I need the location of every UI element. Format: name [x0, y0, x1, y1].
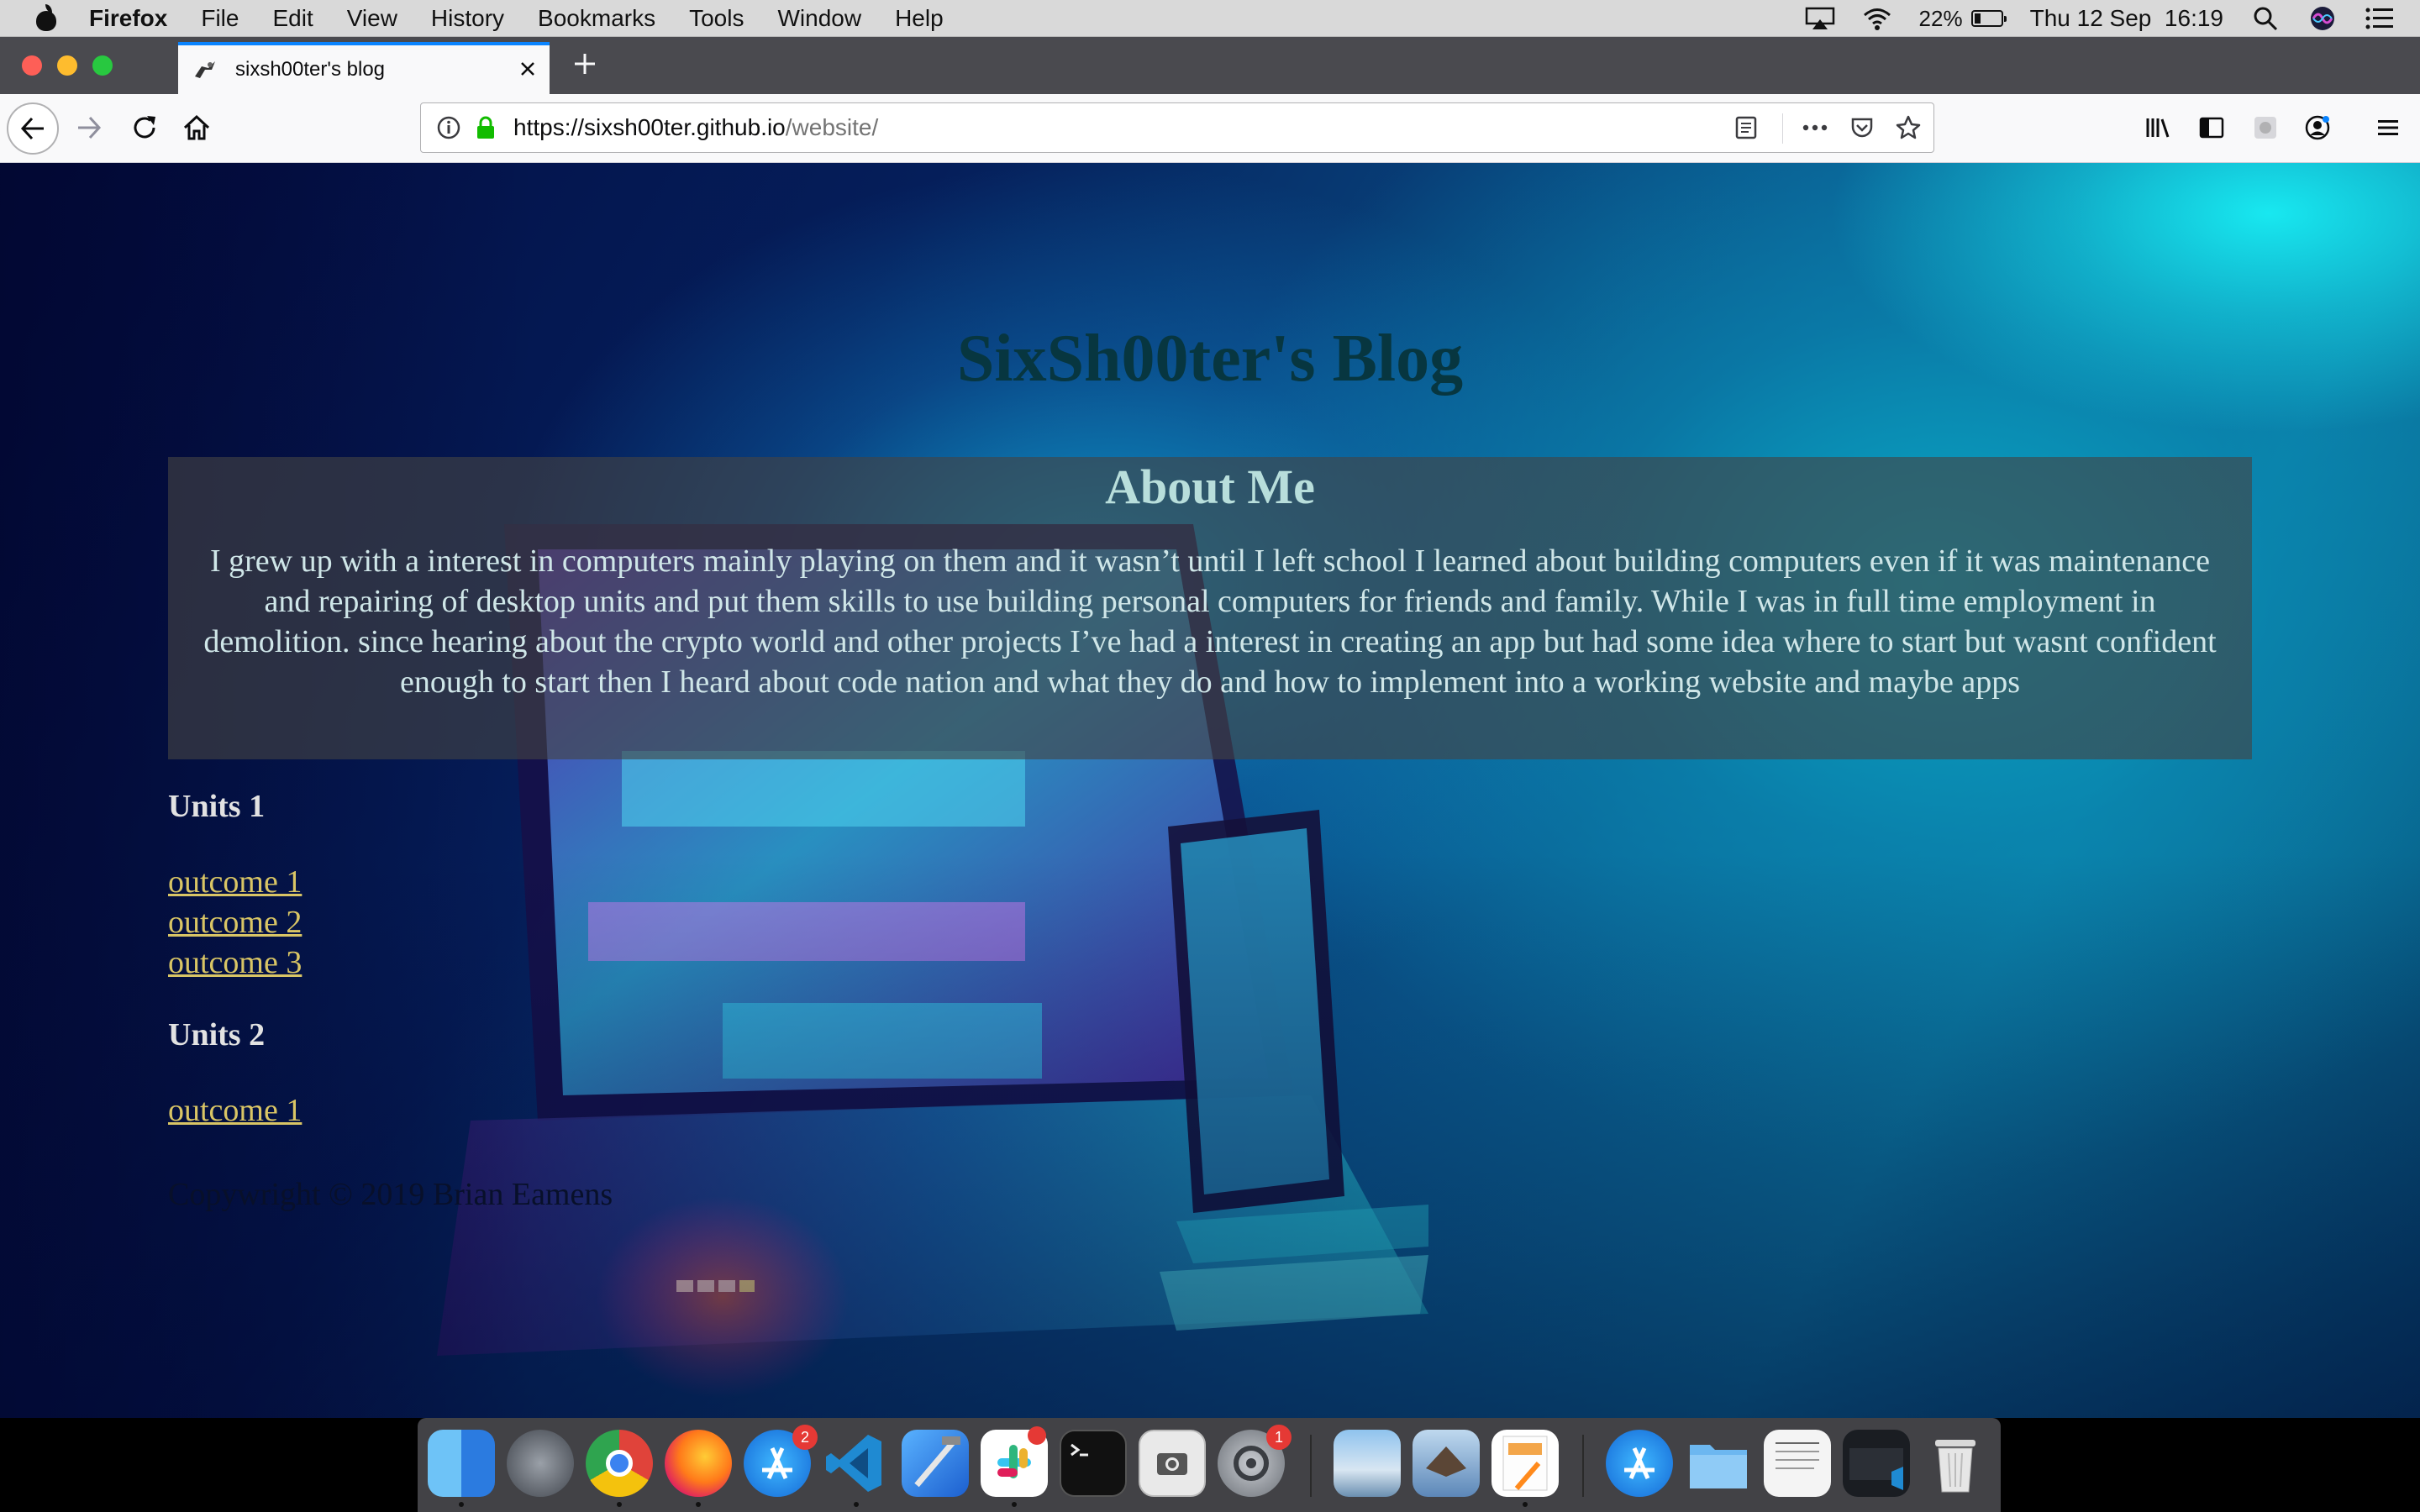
battery-percent: 22%	[1918, 5, 1963, 31]
zoom-window-button[interactable]	[92, 55, 113, 76]
running-indicator	[459, 1502, 464, 1507]
trash-icon[interactable]	[1922, 1430, 1989, 1497]
about-section: About Me I grew up with a interest in co…	[168, 457, 2252, 759]
new-tab-icon[interactable]	[568, 47, 602, 81]
running-indicator	[854, 1502, 859, 1507]
blog-title: SixSh00ter's Blog	[956, 322, 1464, 396]
url-bar[interactable]: https://sixsh00ter.github.io/website/	[420, 102, 1934, 153]
menu-edit[interactable]: Edit	[272, 5, 313, 32]
menu-file[interactable]: File	[201, 5, 239, 32]
menu-view[interactable]: View	[347, 5, 397, 32]
notification-center-icon[interactable]	[2365, 6, 2395, 31]
system-preferences-badge: 1	[1266, 1425, 1292, 1450]
running-indicator	[617, 1502, 622, 1507]
terminal-icon[interactable]	[1060, 1430, 1127, 1497]
running-indicator	[696, 1502, 701, 1507]
dock-separator	[1310, 1435, 1312, 1497]
close-window-button[interactable]	[22, 55, 42, 76]
battery-icon[interactable]	[1970, 10, 2007, 27]
dock-separator	[1582, 1435, 1584, 1497]
unit-heading: Units 1	[168, 789, 266, 824]
secure-lock-icon[interactable]	[473, 115, 498, 140]
reload-button[interactable]	[121, 104, 168, 151]
airplay-icon[interactable]	[1805, 6, 1835, 31]
tab-close-icon[interactable]	[514, 55, 541, 82]
menu-clock[interactable]: Thu 12 Sep 16:19	[2030, 5, 2223, 32]
web-content: SixSh00ter's Blog About Me I grew up wit…	[0, 163, 2420, 1418]
outcome-link[interactable]: outcome 3	[168, 942, 302, 983]
outcome-link[interactable]: outcome 1	[168, 862, 302, 902]
finder-icon[interactable]	[428, 1430, 495, 1497]
vscode-icon[interactable]	[823, 1430, 890, 1497]
navigation-toolbar: https://sixsh00ter.github.io/website/	[0, 94, 2420, 163]
units-2-section: Units 2 outcome 1	[168, 1016, 302, 1131]
unit-heading: Units 2	[168, 1017, 266, 1053]
app-store-badge: 2	[792, 1425, 818, 1450]
recent-window-icon[interactable]	[1843, 1430, 1910, 1497]
menu-tools[interactable]: Tools	[689, 5, 744, 32]
reader-view-icon[interactable]	[1733, 115, 1759, 146]
slack-badge	[1028, 1426, 1046, 1445]
pages-icon[interactable]	[1491, 1430, 1559, 1497]
running-indicator	[1523, 1502, 1528, 1507]
chrome-icon[interactable]	[586, 1430, 653, 1497]
menu-window[interactable]: Window	[777, 5, 861, 32]
url-text[interactable]: https://sixsh00ter.github.io/website/	[513, 114, 878, 141]
menu-help[interactable]: Help	[895, 5, 944, 32]
apple-menu-icon[interactable]	[34, 3, 59, 33]
url-divider	[1782, 113, 1783, 144]
launchpad-icon[interactable]	[507, 1430, 574, 1497]
pocket-icon[interactable]	[1849, 115, 1875, 146]
extension-icon[interactable]	[2242, 104, 2289, 151]
account-icon[interactable]	[2294, 104, 2341, 151]
back-button[interactable]	[7, 102, 59, 155]
outcome-link[interactable]: outcome 2	[168, 902, 302, 942]
applications-folder-icon[interactable]	[1606, 1430, 1673, 1497]
mail-icon[interactable]	[1413, 1430, 1480, 1497]
sidebar-toggle-icon[interactable]	[2188, 104, 2235, 151]
tab-strip: sixsh00ter's blog	[0, 37, 2420, 94]
site-info-icon[interactable]	[436, 115, 461, 140]
outcome-link[interactable]: outcome 1	[168, 1090, 302, 1131]
siri-icon[interactable]	[2307, 6, 2338, 31]
forward-button[interactable]	[66, 104, 113, 151]
hamburger-menu-icon[interactable]	[2365, 104, 2412, 151]
screenshot-icon[interactable]	[1139, 1430, 1206, 1497]
dock: 2 1	[418, 1418, 2001, 1512]
running-indicator	[1012, 1502, 1017, 1507]
library-icon[interactable]	[2134, 104, 2181, 151]
page-actions-icon[interactable]	[1801, 115, 1829, 146]
recent-document-icon[interactable]	[1764, 1430, 1831, 1497]
menu-history[interactable]: History	[431, 5, 504, 32]
menu-app-name[interactable]: Firefox	[89, 5, 167, 32]
documents-folder-icon[interactable]	[1685, 1430, 1752, 1497]
copyright-footer: Copywright © 2019 Brian Eamens	[168, 1177, 613, 1212]
window-controls	[22, 55, 113, 76]
menu-bar: Firefox File Edit View History Bookmarks…	[0, 0, 2420, 37]
wifi-icon[interactable]	[1862, 6, 1892, 31]
home-button[interactable]	[173, 104, 220, 151]
tab-title: sixsh00ter's blog	[235, 58, 386, 81]
tab-favicon-icon	[193, 60, 217, 80]
menu-bookmarks[interactable]: Bookmarks	[538, 5, 655, 32]
url-host: https://sixsh00ter.github.io	[513, 114, 786, 140]
preview-icon[interactable]	[1334, 1430, 1401, 1497]
tab-active[interactable]: sixsh00ter's blog	[178, 42, 550, 94]
about-text: I grew up with a interest in computers m…	[203, 543, 2217, 700]
bookmark-star-icon[interactable]	[1895, 114, 1922, 147]
xcode-icon[interactable]	[902, 1430, 969, 1497]
firefox-icon[interactable]	[665, 1430, 732, 1497]
about-heading: About Me	[1105, 459, 1315, 514]
url-path: /website/	[785, 114, 879, 140]
units-1-section: Units 1 outcome 1 outcome 2 outcome 3	[168, 788, 302, 983]
minimize-window-button[interactable]	[57, 55, 77, 76]
spotlight-search-icon[interactable]	[2250, 6, 2281, 31]
